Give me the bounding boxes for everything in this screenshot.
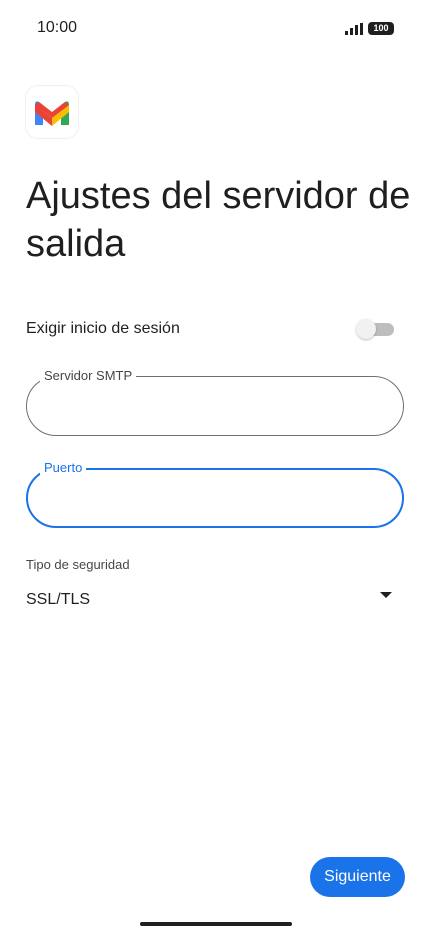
require-login-label: Exigir inicio de sesión	[26, 320, 180, 337]
next-button[interactable]: Siguiente	[310, 857, 405, 897]
gmail-logo-icon	[26, 86, 78, 138]
status-time: 10:00	[37, 19, 78, 36]
port-label: Puerto	[40, 460, 87, 476]
security-type-value: SSL/TLS	[26, 591, 91, 608]
page-title: Ajustes del servidor de salida	[26, 175, 411, 265]
smtp-server-field[interactable]: Servidor SMTP	[26, 368, 404, 436]
smtp-server-input[interactable]	[47, 393, 381, 419]
status-bar: 10:00 100	[0, 0, 431, 60]
battery-icon: 100	[368, 22, 394, 35]
home-indicator[interactable]	[140, 922, 292, 926]
dropdown-arrow-icon[interactable]	[380, 592, 392, 598]
smtp-server-label: Servidor SMTP	[40, 368, 137, 384]
require-login-row: Exigir inicio de sesión	[26, 312, 406, 346]
toggle-thumb	[356, 319, 376, 339]
security-type-caption: Tipo de seguridad	[26, 557, 130, 572]
signal-bars-icon	[345, 23, 363, 35]
require-login-toggle[interactable]	[356, 319, 394, 339]
port-input[interactable]	[48, 486, 382, 512]
port-field[interactable]: Puerto	[26, 460, 404, 528]
security-type-dropdown[interactable]: SSL/TLS	[26, 584, 404, 616]
